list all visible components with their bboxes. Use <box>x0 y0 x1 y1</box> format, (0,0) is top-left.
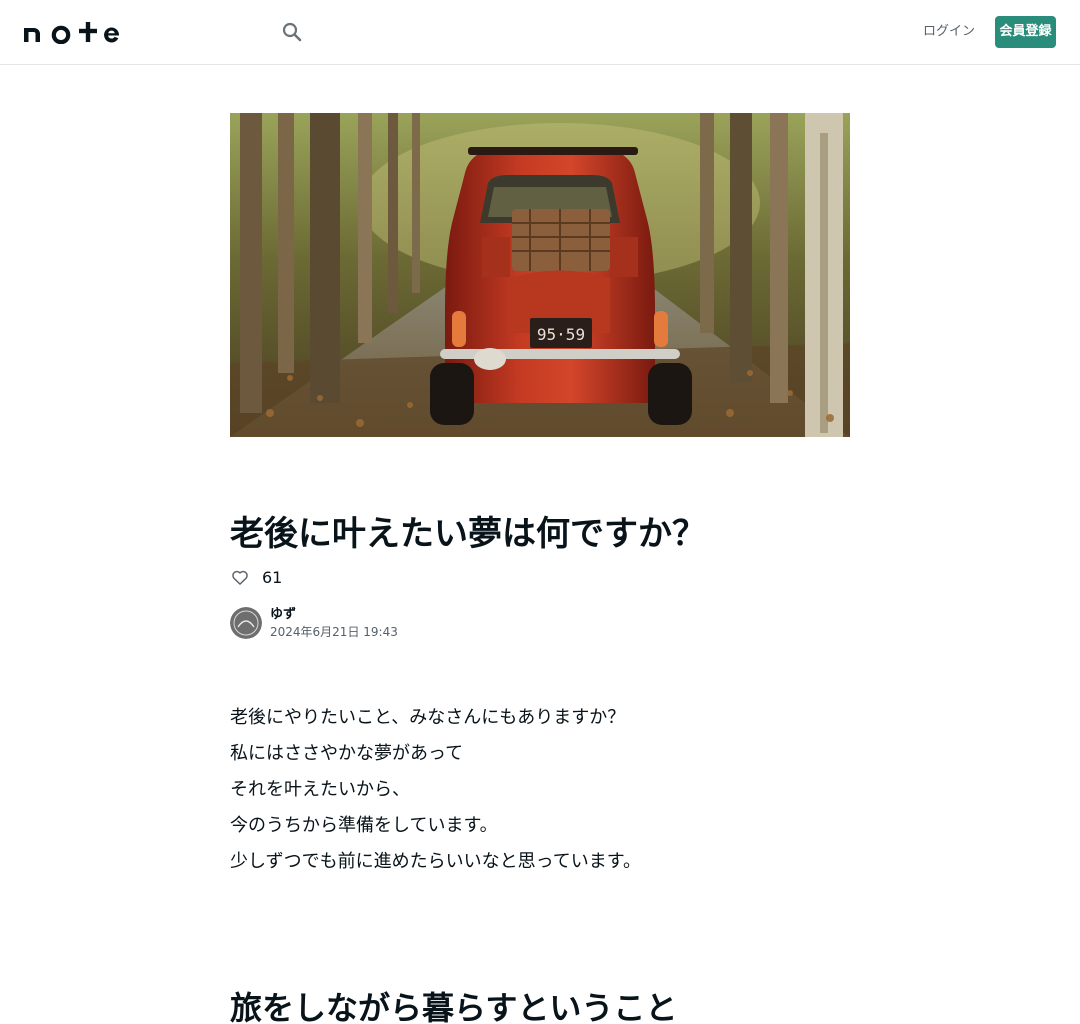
article-title: 老後に叶えたい夢は何ですか？ <box>230 514 706 554</box>
author-block: ゆず 2024年6月21日 19:43 <box>230 606 398 640</box>
note-logo[interactable] <box>24 20 124 45</box>
article-body: 老後にやりたいこと、みなさんにもありますか？ 私にはささやかな夢があって それを… <box>230 700 850 880</box>
like-row: 61 <box>230 565 282 589</box>
avatar[interactable] <box>230 607 262 639</box>
body-paragraph: 少しずつでも前に進めたらいいなと思っています。 <box>230 851 641 872</box>
search-icon[interactable] <box>280 20 304 44</box>
author-meta: ゆず 2024年6月21日 19:43 <box>270 606 398 640</box>
svg-text:95·59: 95·59 <box>537 325 585 344</box>
body-paragraph: それを叶えたいから、 <box>230 779 410 800</box>
heart-outline-icon[interactable] <box>230 567 250 587</box>
section-heading: 旅をしながら暮らすということ <box>230 989 678 1024</box>
body-paragraph: 今のうちから準備をしています。 <box>230 815 498 836</box>
like-count: 61 <box>262 567 283 587</box>
hero-image: 95·59 <box>230 113 850 437</box>
signup-button[interactable]: 会員登録 <box>995 16 1056 48</box>
author-name[interactable]: ゆず <box>270 606 398 624</box>
body-paragraph: 私にはささやかな夢があって <box>230 743 464 764</box>
login-link[interactable]: ログイン <box>922 20 976 44</box>
body-paragraph: 老後にやりたいこと、みなさんにもありますか？ <box>230 707 626 728</box>
post-date: 2024年6月21日 19:43 <box>270 625 398 639</box>
site-header: ログイン 会員登録 <box>0 0 1080 65</box>
